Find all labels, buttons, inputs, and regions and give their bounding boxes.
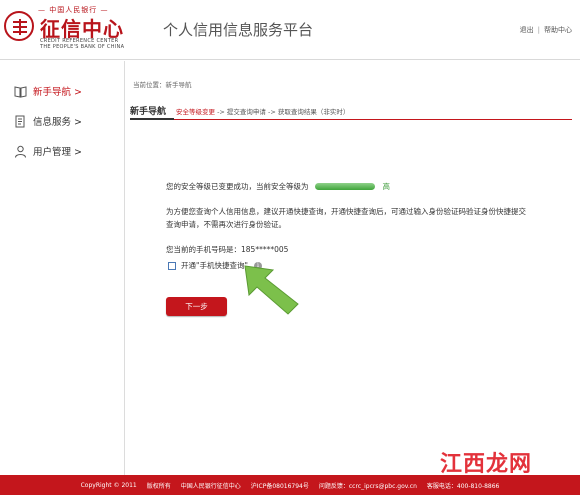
help-center-link[interactable]: 帮助中心 <box>544 26 572 34</box>
step-rest: -> 提交查询申请 -> 获取查询结果（非实时） <box>215 108 350 116</box>
step-current: 安全等级变更 <box>176 108 215 116</box>
sidebar-item-label: 用户管理 > <box>33 147 82 158</box>
quick-query-checkbox[interactable] <box>168 261 176 270</box>
next-step-button[interactable]: 下一步 <box>166 297 227 316</box>
step-progress: 安全等级变更 -> 提交查询申请 -> 获取查询结果（非实时） <box>176 106 349 116</box>
phone-number-text: 您当前的手机号码是：185*****005 <box>166 245 289 254</box>
section-title: 新手导航 <box>130 107 167 117</box>
footer-icp[interactable]: 沪ICP备08016794号 <box>251 481 309 490</box>
footer-org: 中国人民银行征信中心 <box>180 482 241 490</box>
sidebar-item-user-management[interactable]: 用户管理 > <box>14 143 82 159</box>
footer-copyright: CopyRight © 2011 <box>80 481 137 489</box>
security-level-message: 您的安全等级已变更成功，当前安全等级为 高 <box>166 181 390 192</box>
security-message-text: 您的安全等级已变更成功，当前安全等级为 <box>166 182 309 191</box>
user-icon <box>14 145 27 158</box>
header-links: 退出 | 帮助中心 <box>520 25 572 35</box>
security-level-text: 高 <box>382 182 391 191</box>
pointer-arrow-icon <box>244 265 299 315</box>
logout-link[interactable]: 退出 <box>520 26 534 34</box>
sidebar: 新手导航 > 信息服务 > 用户管理 > <box>0 61 125 475</box>
watermark-logo: 江西龙网 <box>440 451 533 477</box>
sidebar-item-novice-guide[interactable]: 新手导航 > <box>14 83 82 99</box>
footer-hotline: 客服电话：400-810-8866 <box>426 482 500 490</box>
breadcrumb: 当前位置：新手导航 <box>133 81 192 89</box>
security-level-bar <box>314 183 375 190</box>
platform-title: 个人信用信息服务平台 <box>163 21 314 39</box>
logo-english-line2: THE PEOPLE'S BANK OF CHINA <box>40 44 125 50</box>
quick-query-description: 为方便您查询个人信用信息，建议开通快捷查询，开通快捷查询后，可通过输入身份验证码… <box>166 207 526 229</box>
footer-feedback[interactable]: 问题反馈：ccrc_ipcrs@pbc.gov.cn <box>319 481 417 490</box>
sidebar-item-label: 信息服务 > <box>33 117 82 128</box>
title-divider-accent <box>130 118 174 120</box>
footer-rights: 版权所有 <box>146 482 171 490</box>
sidebar-item-label: 新手导航 > <box>33 87 82 98</box>
sidebar-item-info-service[interactable]: 信息服务 > <box>14 113 82 129</box>
book-icon <box>14 85 27 98</box>
document-icon <box>14 115 27 128</box>
credit-center-emblem-icon <box>4 11 34 41</box>
header: — 中国人民银行 — 征信中心 CREDIT REFERENCE CENTER … <box>0 0 580 60</box>
title-divider <box>130 119 572 120</box>
footer: CopyRight © 2011 版权所有 中国人民银行征信中心 沪ICP备08… <box>0 475 580 495</box>
header-separator: | <box>537 26 540 34</box>
quick-query-checkbox-label[interactable]: 开通"手机快捷查询" <box>181 260 248 271</box>
